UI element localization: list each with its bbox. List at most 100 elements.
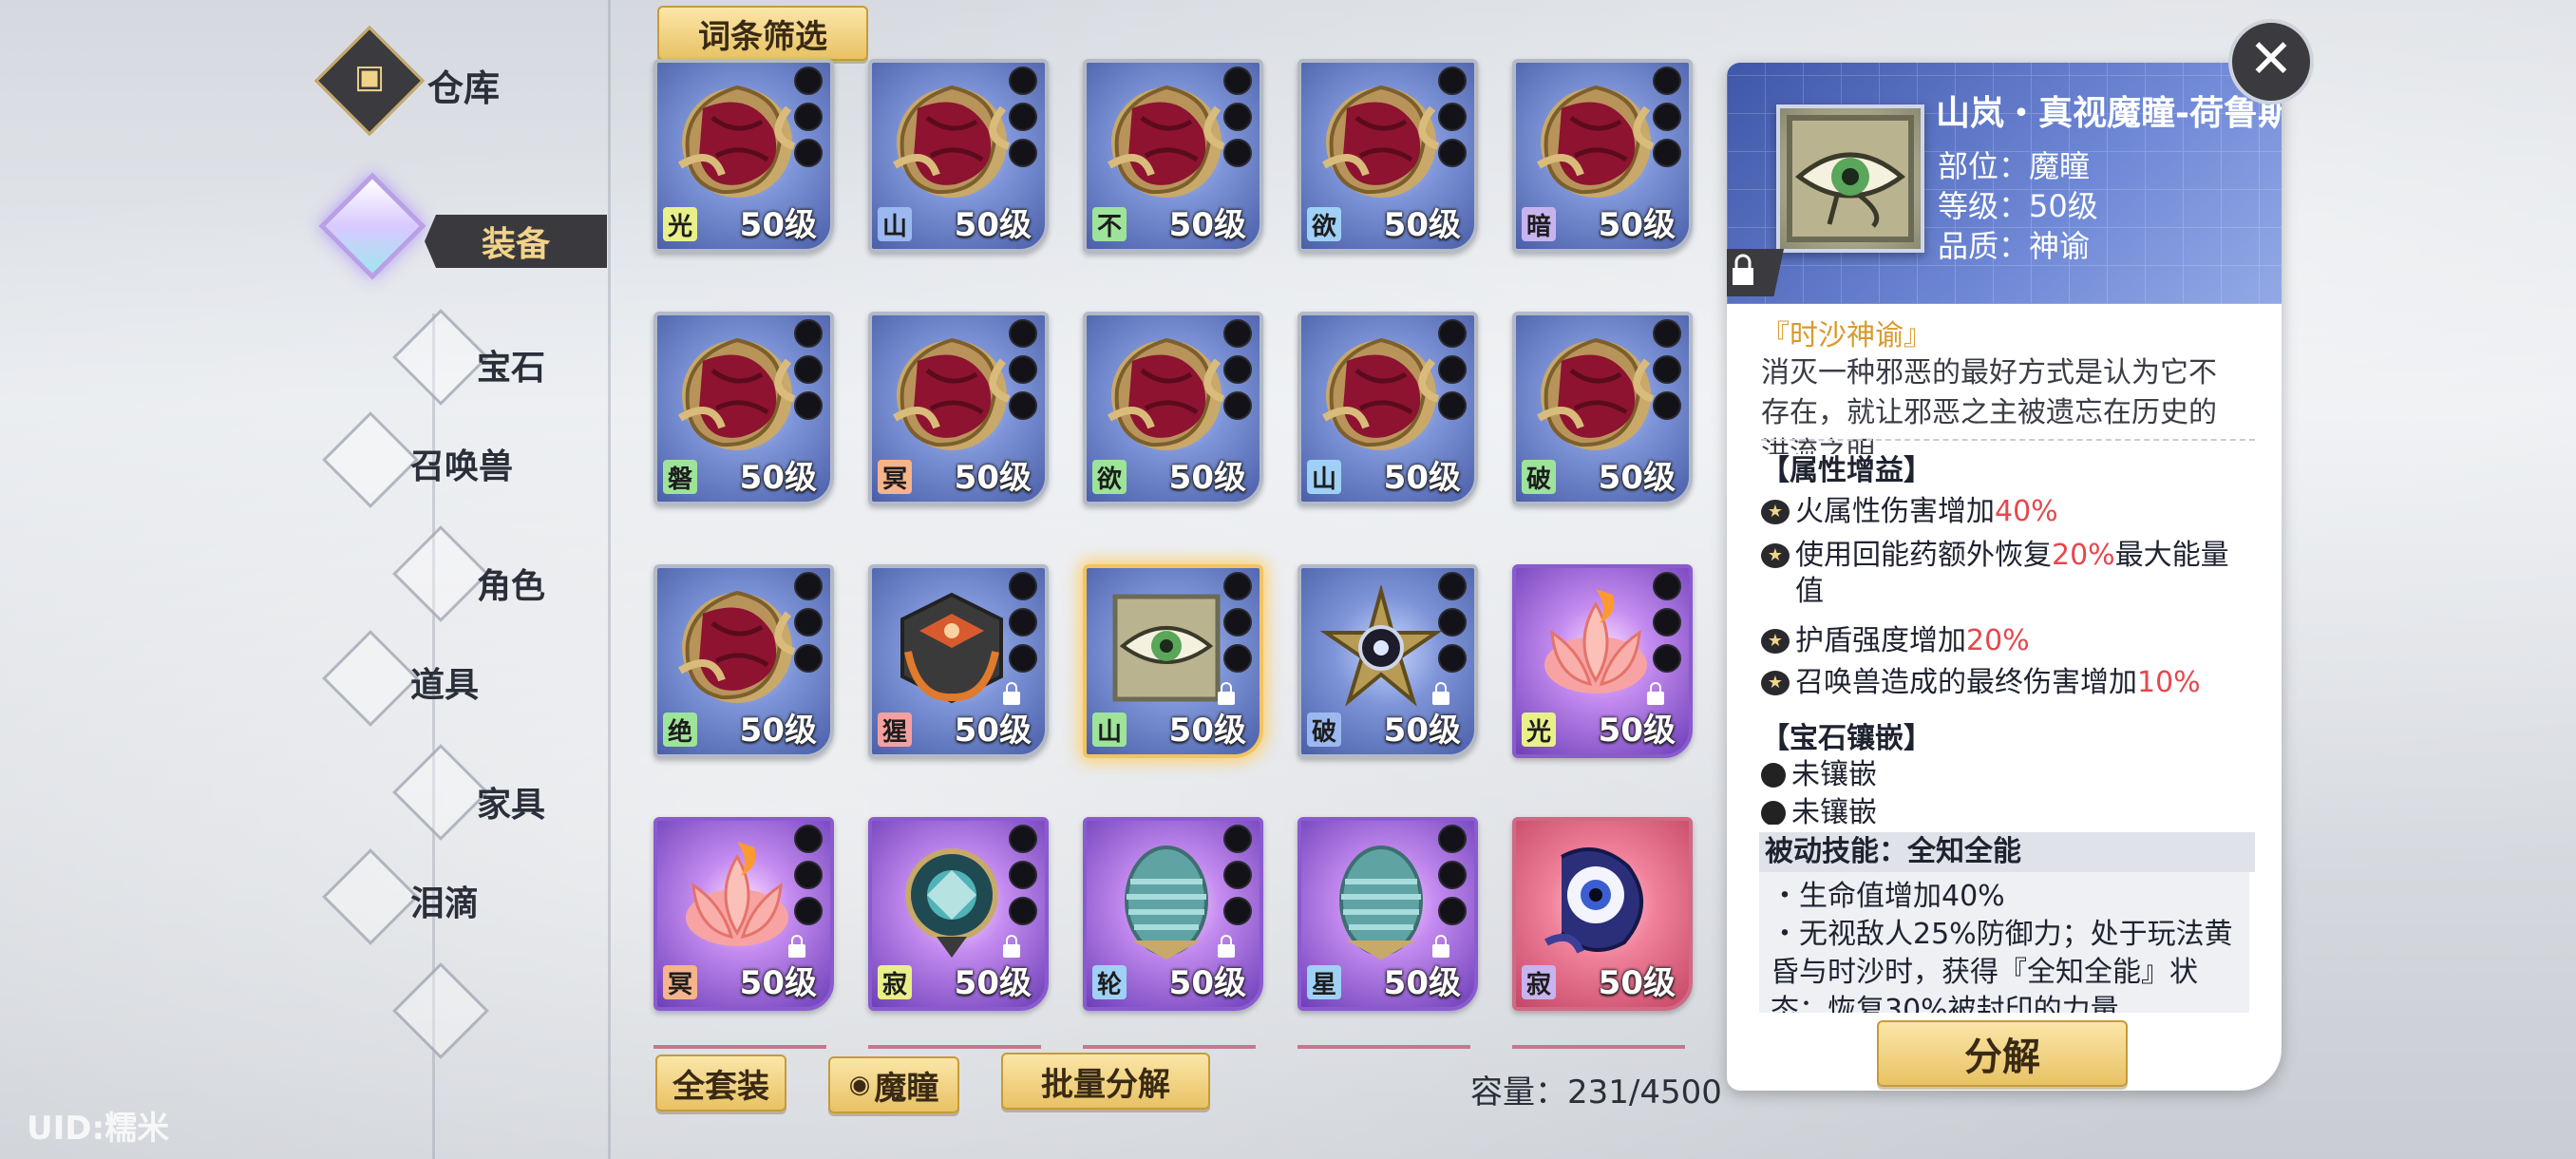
lore-section: 『时沙神谕』 消灭一种邪恶的最好方式是认为它不 存在，就让邪恶之主被遗忘在历史的…	[1761, 312, 2255, 454]
gem-sockets	[1438, 825, 1467, 933]
star-bullet-icon: ★	[1761, 543, 1790, 568]
socket-icon	[1438, 103, 1467, 131]
socket-icon	[1438, 391, 1467, 420]
element-tag: 破	[1307, 712, 1341, 747]
equipment-card[interactable]: 欲 50级	[1083, 312, 1263, 505]
lock-icon	[1218, 935, 1235, 958]
equipment-card[interactable]: 暗 50级	[1512, 59, 1693, 253]
element-tag: 星	[1307, 965, 1341, 999]
element-tag: 轮	[1092, 965, 1127, 999]
empty-socket-icon	[1761, 763, 1786, 788]
swirl-equipment-icon	[677, 337, 796, 450]
gem-sockets	[1009, 825, 1037, 933]
equipment-card[interactable]: 冥 50级	[653, 817, 834, 1011]
passive-line: 态：恢复30%被封印的力量	[1771, 994, 2119, 1013]
lock-icon	[1003, 935, 1020, 958]
element-tag: 绝	[663, 712, 697, 747]
nav-gem[interactable]: 宝石	[477, 340, 545, 390]
decompose-button[interactable]: 分解	[1877, 1020, 2128, 1087]
item-detail-panel: 山岚・真视魔瞳-荷鲁斯之眼 部位：魔瞳 等级：50级 品质：神谕 『时沙神谕』 …	[1727, 63, 2282, 1091]
equipment-card[interactable]: 寂 50级	[868, 817, 1049, 1011]
next-row-peek	[1297, 1045, 1470, 1056]
socket-icon	[1223, 355, 1252, 384]
nav-furniture[interactable]: 家具	[477, 777, 545, 826]
element-tag: 欲	[1307, 207, 1341, 241]
equipment-card[interactable]: 山 50级	[1297, 312, 1478, 505]
attribute-value: 40%	[1995, 495, 2058, 528]
level-label: 50级	[1168, 964, 1246, 1002]
gem-slot-row[interactable]: 未镶嵌	[1761, 794, 2255, 825]
full-set-button[interactable]: 全套装	[655, 1054, 786, 1112]
equipment-card[interactable]: 冥 50级	[868, 312, 1049, 505]
next-row-peek	[1512, 1045, 1685, 1056]
gem-sockets	[794, 825, 823, 933]
gem-sockets	[1223, 825, 1252, 933]
nav-equipment-selected[interactable]: 装备	[425, 215, 607, 268]
equipment-card[interactable]: 寂 50级	[1512, 817, 1693, 1011]
level-label: 50级	[1383, 206, 1461, 244]
equipment-card[interactable]: 光 50级	[653, 59, 834, 253]
attribute-value: 20%	[1966, 624, 2030, 657]
equipment-card[interactable]: 破 50级	[1512, 312, 1693, 505]
capacity-text: 容量：231/4500	[1470, 1074, 1722, 1112]
star-bullet-icon: ★	[1761, 671, 1790, 695]
level-label: 50级	[954, 964, 1032, 1002]
equipment-card[interactable]: 山 50级	[868, 59, 1049, 253]
nav-tear[interactable]: 泪滴	[410, 876, 479, 925]
batch-decompose-button[interactable]: 批量分解	[1001, 1053, 1210, 1110]
socket-icon	[1438, 861, 1467, 889]
lock-icon[interactable]	[1727, 249, 1784, 296]
level-label: 50级	[739, 712, 817, 750]
equipment-card[interactable]: 破 50级	[1297, 564, 1478, 758]
lock-icon	[1003, 682, 1020, 705]
level-label: 50级	[1598, 964, 1676, 1002]
attribute-text: 火属性伤害增加	[1795, 495, 1995, 528]
socket-icon	[1653, 644, 1681, 673]
orb-equipment-icon	[905, 848, 998, 958]
equipment-card[interactable]: 轮 50级	[1083, 817, 1263, 1011]
equipment-card[interactable]: 星 50级	[1297, 817, 1478, 1011]
equipment-card[interactable]: 光 50级	[1512, 564, 1693, 758]
socket-icon	[1223, 391, 1252, 420]
socket-icon	[794, 319, 823, 348]
attribute-text: 最大能量	[2114, 539, 2229, 572]
swirl-equipment-icon	[1536, 337, 1655, 450]
star-equipment-icon	[1319, 585, 1443, 707]
close-icon[interactable]: ✕	[2228, 19, 2314, 104]
equipment-card[interactable]: 猩 50级	[868, 564, 1049, 758]
equipment-card[interactable]: 绝 50级	[653, 564, 834, 758]
nav-role[interactable]: 角色	[477, 559, 545, 608]
nav-item[interactable]: 道具	[410, 657, 479, 707]
equipment-card[interactable]: 磐 50级	[653, 312, 834, 505]
gem-sockets	[794, 319, 823, 428]
gem-slot-row[interactable]: 未镶嵌	[1761, 756, 2255, 794]
eye-of-horus-icon	[1787, 115, 1914, 242]
socket-icon	[1009, 103, 1037, 131]
nav-warehouse[interactable]: 仓库	[427, 59, 500, 111]
socket-icon	[1653, 319, 1681, 348]
type-filter-button[interactable]: ◉ 魔瞳	[828, 1056, 959, 1113]
attribute-row: ★ 护盾强度增加20%	[1761, 623, 2255, 659]
gem-sockets	[1009, 66, 1037, 175]
element-tag: 光	[663, 207, 697, 241]
lock-icon	[1432, 935, 1449, 958]
socket-icon	[1009, 825, 1037, 853]
item-thumbnail	[1776, 104, 1924, 253]
passive-line: ・无视敌人25%防御力；处于玩法黄	[1771, 918, 2233, 951]
equipment-card-selected[interactable]: 山 50级	[1083, 564, 1263, 758]
lock-icon	[1218, 682, 1235, 705]
affix-filter-button[interactable]: 词条筛选	[657, 6, 868, 61]
item-name: 山岚・真视魔瞳-荷鲁斯之眼	[1936, 94, 2282, 133]
level-label: 50级	[1383, 459, 1461, 497]
egg-equipment-icon	[1125, 846, 1208, 960]
equipment-card[interactable]: 不 50级	[1083, 59, 1263, 253]
socket-icon	[1009, 861, 1037, 889]
socket-icon	[1438, 572, 1467, 600]
attribute-text: 值	[1795, 575, 1824, 608]
equipment-card[interactable]: 欲 50级	[1297, 59, 1478, 253]
empty-socket-icon	[1761, 801, 1786, 825]
attribute-text: 护盾强度增加	[1795, 624, 1966, 657]
lore-line: 消灭一种邪恶的最好方式是认为它不	[1761, 356, 2217, 390]
nav-summon[interactable]: 召唤兽	[410, 439, 513, 488]
socket-icon	[1438, 355, 1467, 384]
